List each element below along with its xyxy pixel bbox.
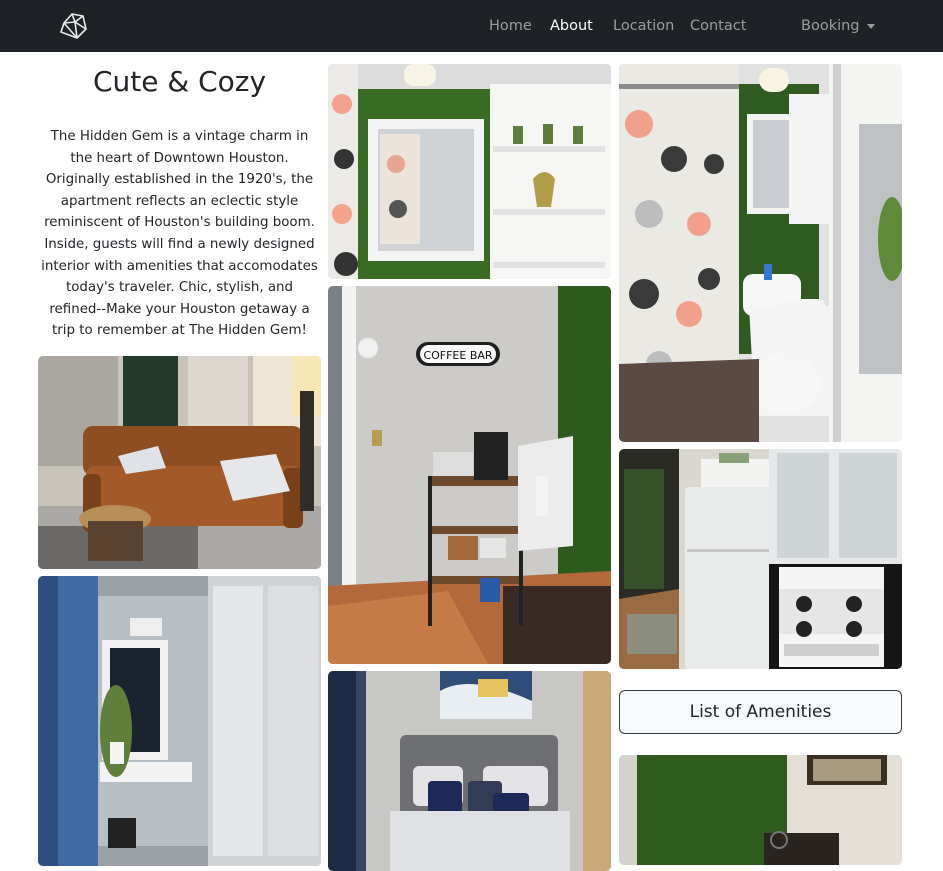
intro-description: The Hidden Gem is a vintage charm in the…: [41, 129, 318, 339]
photo-dining-area[interactable]: [619, 755, 902, 865]
nav-about-link[interactable]: About: [550, 16, 593, 36]
photo-bathroom-shelves[interactable]: [328, 64, 611, 279]
list-of-amenities-button[interactable]: List of Amenities: [619, 690, 902, 734]
photo-coffee-bar[interactable]: COFFEE BAR: [328, 286, 611, 664]
nav-contact-link[interactable]: Contact: [690, 16, 746, 36]
photo-bathroom[interactable]: [619, 64, 902, 442]
coffee-bar-sign: COFFEE BAR: [423, 349, 492, 362]
nav-home-link[interactable]: Home: [489, 16, 532, 36]
photo-bedroom[interactable]: [328, 671, 611, 871]
photo-living-room[interactable]: [38, 356, 321, 569]
chevron-down-icon: [866, 23, 875, 29]
diamond-logo-icon[interactable]: [58, 10, 90, 42]
photo-kitchen[interactable]: [619, 449, 902, 669]
page-title: Cute & Cozy: [92, 65, 267, 98]
booking-label: Booking: [801, 18, 860, 34]
booking-dropdown[interactable]: Booking: [801, 16, 875, 36]
top-navbar: Home About Location Contact Booking: [0, 0, 943, 52]
nav-location-link[interactable]: Location: [613, 16, 674, 36]
photo-vanity-closet[interactable]: [38, 576, 321, 866]
